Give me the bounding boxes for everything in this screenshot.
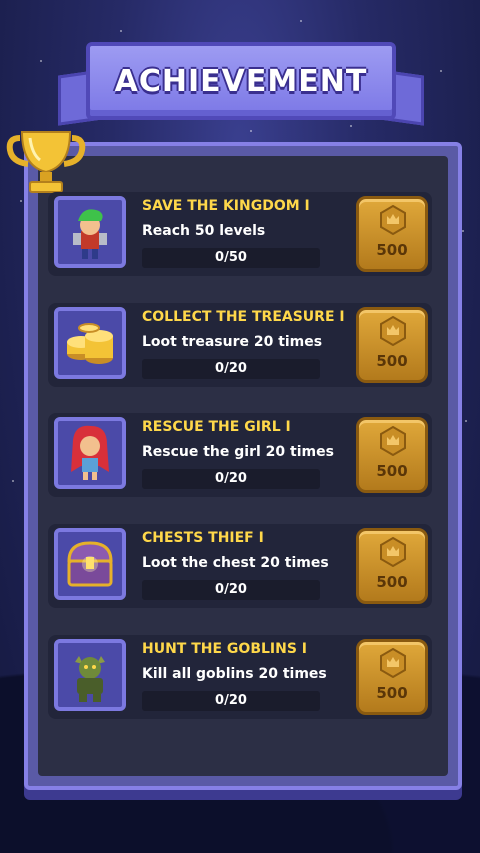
achievement-card: SAVE THE KINGDOM I Reach 50 levels 0/50 … bbox=[48, 192, 432, 276]
reward-amount: 500 bbox=[376, 241, 408, 259]
reward-amount: 500 bbox=[376, 684, 408, 702]
trophy-icon bbox=[6, 128, 86, 198]
progress-text: 0/20 bbox=[215, 693, 247, 708]
achievement-title: COLLECT THE TREASURE I bbox=[142, 309, 345, 325]
achievement-card: COLLECT THE TREASURE I Loot treasure 20 … bbox=[48, 303, 432, 387]
achievement-description: Kill all goblins 20 times bbox=[142, 666, 327, 682]
achievement-title: SAVE THE KINGDOM I bbox=[142, 198, 310, 214]
crown-gem-icon bbox=[380, 426, 406, 456]
progress-bar: 0/50 bbox=[142, 248, 320, 268]
reward-amount: 500 bbox=[376, 462, 408, 480]
achievement-description: Reach 50 levels bbox=[142, 223, 266, 239]
treasure-chest-icon bbox=[54, 528, 126, 600]
crown-gem-icon bbox=[380, 205, 406, 235]
progress-text: 0/50 bbox=[215, 250, 247, 265]
achievement-title: RESCUE THE GIRL I bbox=[142, 419, 291, 435]
gold-coins-icon bbox=[54, 307, 126, 379]
progress-bar: 0/20 bbox=[142, 691, 320, 711]
achievement-description: Rescue the girl 20 times bbox=[142, 444, 334, 460]
reward-amount: 500 bbox=[376, 352, 408, 370]
achievement-card: HUNT THE GOBLINS I Kill all goblins 20 t… bbox=[48, 635, 432, 719]
crown-gem-icon bbox=[380, 316, 406, 346]
progress-bar: 0/20 bbox=[142, 359, 320, 379]
reward-button[interactable]: 500 bbox=[356, 196, 428, 272]
reward-button[interactable]: 500 bbox=[356, 639, 428, 715]
goblin-icon bbox=[54, 639, 126, 711]
banner-plate: ACHIEVEMENT bbox=[86, 42, 396, 120]
progress-text: 0/20 bbox=[215, 582, 247, 597]
achievement-title: HUNT THE GOBLINS I bbox=[142, 641, 308, 657]
crown-gem-icon bbox=[380, 648, 406, 678]
hero-icon bbox=[54, 196, 126, 268]
achievement-description: Loot the chest 20 times bbox=[142, 555, 329, 571]
reward-button[interactable]: 500 bbox=[356, 528, 428, 604]
progress-bar: 0/20 bbox=[142, 469, 320, 489]
reward-amount: 500 bbox=[376, 573, 408, 591]
progress-text: 0/20 bbox=[215, 471, 247, 486]
page-title: ACHIEVEMENT bbox=[114, 63, 368, 99]
achievement-description: Loot treasure 20 times bbox=[142, 334, 323, 350]
reward-button[interactable]: 500 bbox=[356, 417, 428, 493]
crown-gem-icon bbox=[380, 537, 406, 567]
girl-icon bbox=[54, 417, 126, 489]
progress-bar: 0/20 bbox=[142, 580, 320, 600]
achievement-title: CHESTS THIEF I bbox=[142, 530, 264, 546]
achievement-card: CHESTS THIEF I Loot the chest 20 times 0… bbox=[48, 524, 432, 608]
progress-text: 0/20 bbox=[215, 361, 247, 376]
reward-button[interactable]: 500 bbox=[356, 307, 428, 383]
header-banner: ACHIEVEMENT bbox=[58, 42, 424, 126]
achievement-card: RESCUE THE GIRL I Rescue the girl 20 tim… bbox=[48, 413, 432, 497]
